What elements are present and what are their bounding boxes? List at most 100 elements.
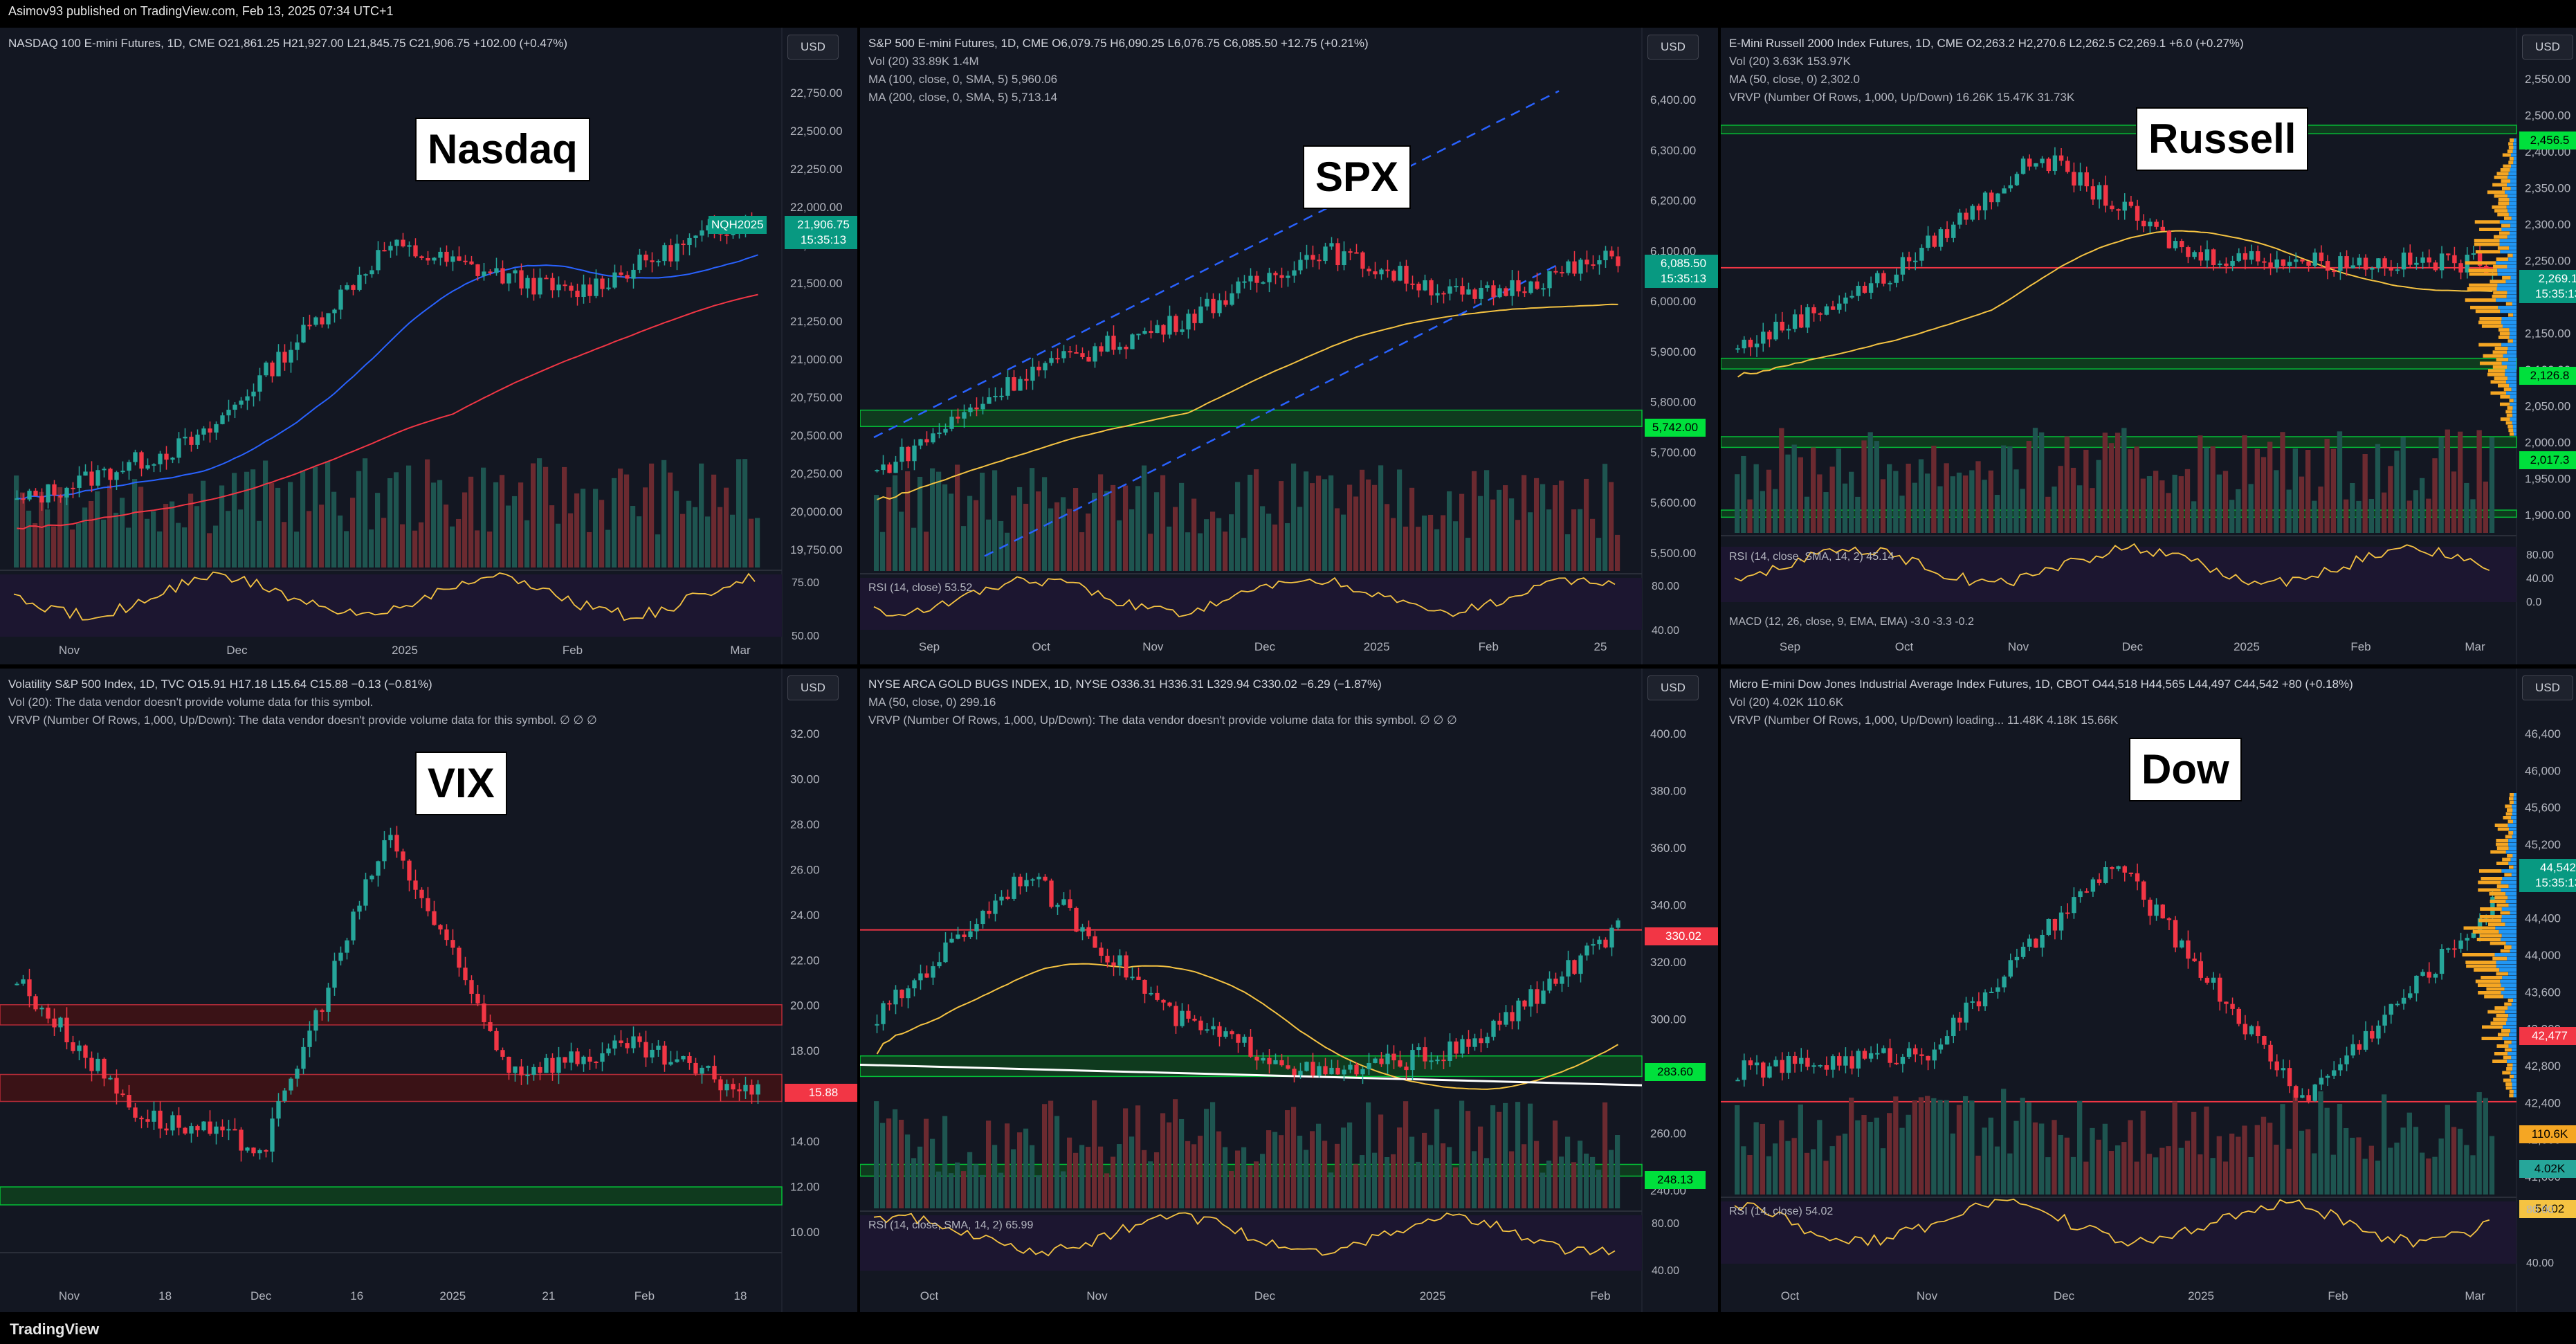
volume-profile-bar [2508,253,2513,257]
candle-body [1030,879,1035,881]
volume-profile-bar [2508,257,2516,261]
volume-bar [344,531,349,567]
volume-bar [1254,1161,1259,1208]
volume-bar [2280,1104,2285,1195]
candle-body [962,412,967,419]
candle-body [71,487,75,489]
volume-bar [599,500,605,567]
candle-body [357,905,362,912]
volume-profile-bar [2507,264,2516,269]
candle-body [388,246,393,251]
volume-profile-bar [2513,313,2516,317]
gold-bugs-panel[interactable]: 400.00380.00360.00340.00320.00300.00280.… [860,669,1718,1312]
volume-profile-bar [2501,983,2516,987]
volume-bar [2406,500,2412,533]
y-tick-label: 28.00 [790,818,820,831]
volume-bar [313,466,318,567]
volume-profile-bar [2494,1052,2508,1055]
candle-body [326,988,331,1012]
candle-body [1603,939,1608,948]
tradingview-logo[interactable]: TradingView [10,1320,99,1338]
sub-y-tick: 80.00 [1652,1218,1680,1230]
volume-bar [319,505,325,567]
volume-bar [1503,485,1508,571]
candle-body [2344,256,2349,269]
volume-bar [1849,1097,1854,1195]
volume-bar [2254,448,2260,533]
currency-button[interactable]: USD [1647,675,1699,700]
x-tick-label: 18 [158,1289,172,1302]
candle-body [164,1128,169,1131]
volume-profile-bar [2500,309,2516,314]
candle-body [1849,296,1854,298]
volume-bar [1030,468,1035,571]
currency-button[interactable]: USD [787,675,839,700]
volume-bar [1553,1120,1558,1208]
chart-svg[interactable]: 6,400.006,300.006,200.006,100.006,000.00… [860,28,1718,664]
candle-body [2027,938,2032,947]
volume-bar [2432,458,2438,533]
candle-body [1429,1060,1434,1062]
volume-profile-bar [2512,406,2516,410]
spx-panel[interactable]: 6,400.00 6,300.00 6,200.00 6,100.00 6,000.00… [860,28,1718,664]
candle-body [2446,948,2451,950]
volume-profile-bar [2508,358,2516,362]
candle-body [52,484,57,496]
currency-button[interactable]: USD [787,35,839,60]
candle-body [500,1050,505,1057]
russell-panel[interactable]: 2,550.00 2,500.00 2,400.00 2,350.00 2,300.00… [1721,28,2576,664]
candle-body [525,1075,530,1077]
candle-body [2084,172,2089,187]
volume-profile-bar [2500,979,2516,983]
candle-body [1799,1057,1804,1064]
volume-bar [2146,1154,2153,1195]
volume-bar [711,474,717,567]
currency-button[interactable]: USD [1647,35,1699,60]
volume-bar [1522,475,1527,571]
candle-body [987,911,992,914]
y-tick-label: 10.00 [790,1226,820,1239]
volume-profile-bar [2474,220,2500,224]
candle-body [1894,1062,1899,1064]
candle-body [2294,259,2299,262]
volume-bar [955,1162,960,1208]
candle-body [214,1126,219,1134]
volume-profile-bar [2479,361,2502,365]
volume-bar [1779,1120,1784,1195]
candle-body [195,435,200,445]
volume-bar [724,487,729,567]
candle-body [2249,251,2254,260]
volume-bar [1571,1162,1577,1208]
candle-body [2180,940,2184,948]
y-tick-label: 46,400 [2525,727,2561,741]
index-name-label: Russell [2136,107,2309,171]
x-tick-label: Dec [226,644,248,657]
volume-bar [1735,1105,1740,1195]
volume-bar [269,483,275,567]
candle-body [1944,1036,1950,1045]
volume-bar [1173,1099,1178,1208]
volume-bar [2229,500,2235,533]
currency-button[interactable]: USD [2522,675,2573,700]
candle-body [675,244,679,262]
candle-body [2268,1044,2273,1062]
candle-body [276,352,281,376]
candle-body [924,439,929,443]
dow-panel[interactable]: 46,40046,00045,60045,20044,80044,40044,0… [1721,669,2576,1312]
candle-body [64,487,69,498]
vix-panel[interactable]: 32.00 30.00 28.00 26.00 24.00 22.00 20.00 18.00… [0,669,857,1312]
volume-profile-bar [2512,410,2516,414]
candle-body [295,1069,300,1079]
chart-svg[interactable]: 400.00380.00360.00340.00320.00300.00280.… [860,669,1718,1312]
currency-button[interactable]: USD [2522,35,2573,60]
nasdaq-panel[interactable]: 22,750.0022,500.0022,250.0022,000.0021,7… [0,28,857,664]
candle-body [980,911,985,925]
volume-profile-bar [2492,205,2507,209]
volume-bar [2350,1137,2355,1195]
volume-bar [661,460,667,567]
candle-body [1410,1050,1415,1071]
candle-body [2224,263,2229,266]
candle-body [1970,206,1975,220]
volume-profile-bar [2510,394,2516,399]
candle-body [594,278,599,296]
